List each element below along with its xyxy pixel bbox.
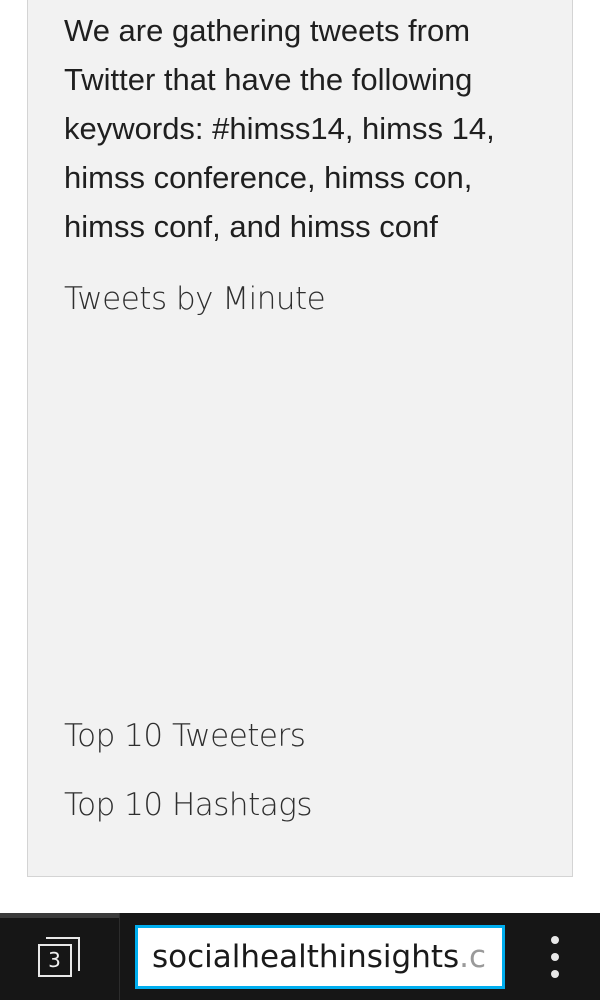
browser-page: We are gathering tweets from Twitter tha… — [0, 0, 600, 1000]
address-bar[interactable]: socialhealthinsights.c — [135, 925, 505, 989]
toolbar-divider — [119, 913, 120, 1000]
intro-text: We are gathering tweets from Twitter tha… — [64, 13, 495, 244]
tabs-icon: 3 — [37, 936, 82, 977]
top-hashtags-heading: Top 10 Hashtags — [64, 787, 312, 823]
overflow-menu-button[interactable] — [530, 925, 580, 989]
menu-dot-icon — [551, 936, 559, 944]
content-panel: We are gathering tweets from Twitter tha… — [27, 0, 573, 877]
menu-dot-icon — [551, 953, 559, 961]
url-text: socialhealthinsights — [152, 939, 460, 975]
tab-count: 3 — [37, 943, 72, 977]
tweets-by-minute-chart-area — [64, 333, 534, 693]
top-tweeters-heading: Top 10 Tweeters — [64, 718, 306, 754]
tabs-button[interactable]: 3 — [0, 913, 119, 1000]
menu-dot-icon — [551, 970, 559, 978]
url-text-overflow: .c — [459, 939, 487, 975]
tweets-by-minute-heading: Tweets by Minute — [64, 281, 326, 317]
